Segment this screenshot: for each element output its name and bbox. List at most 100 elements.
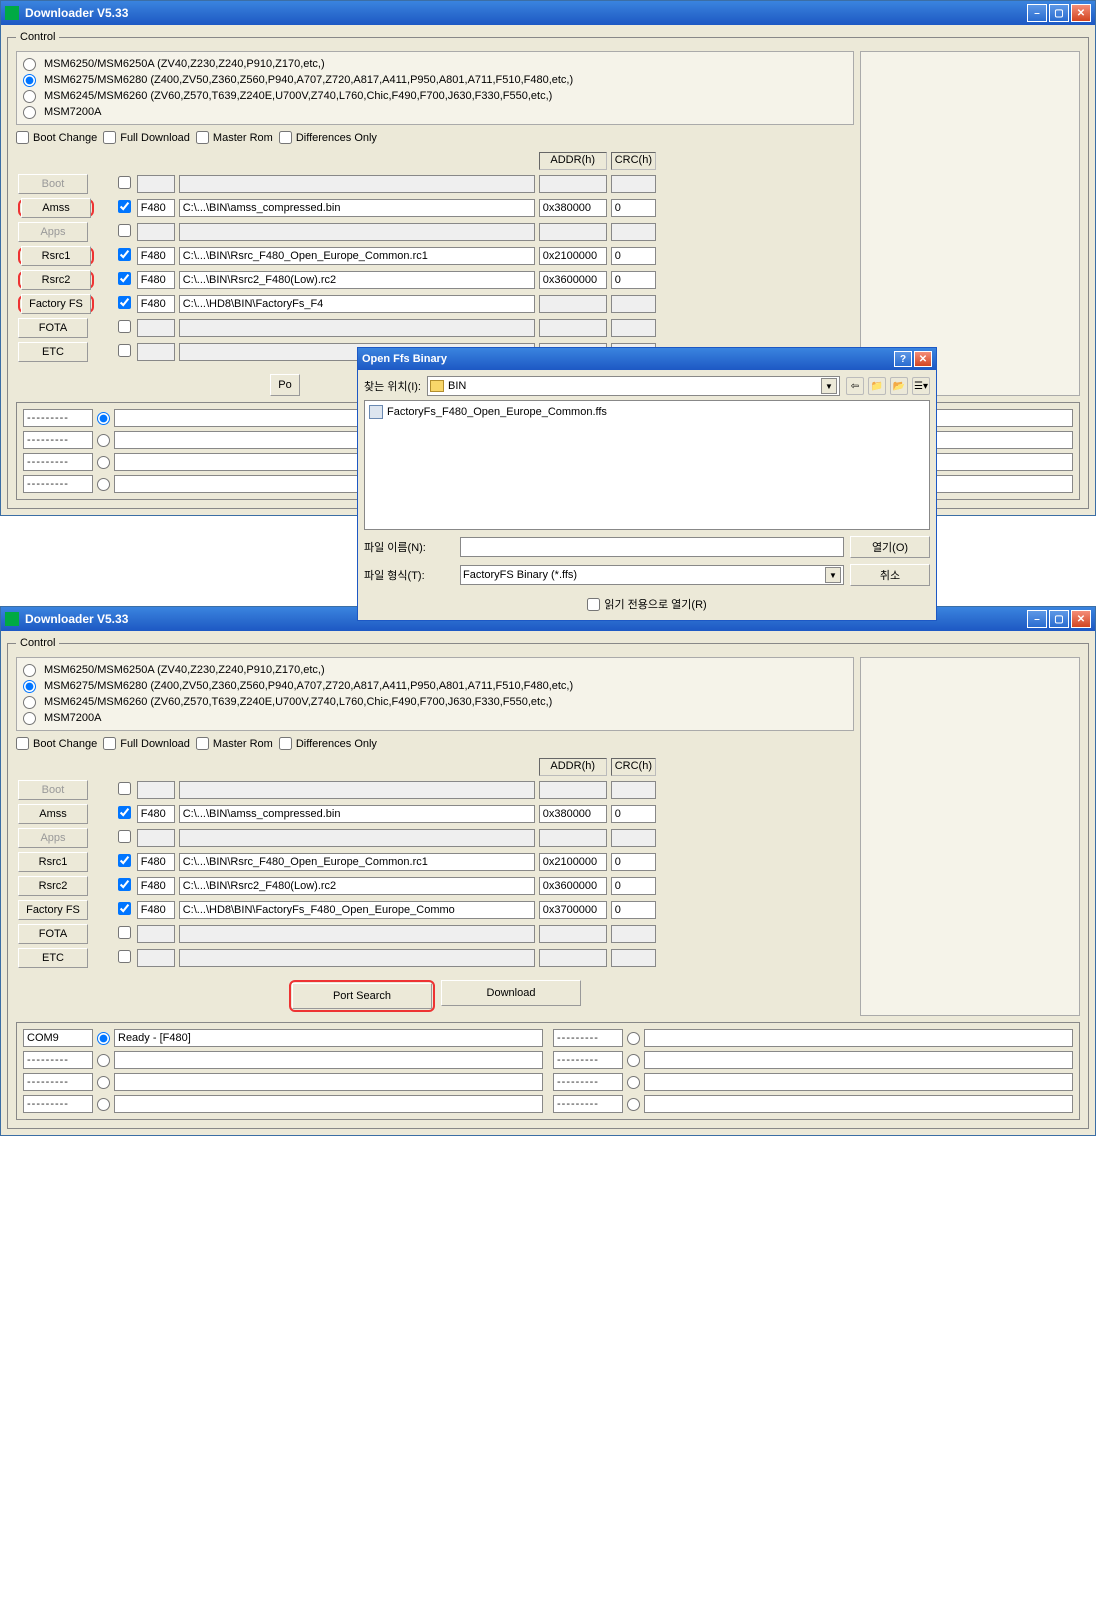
- chip-radio-3[interactable]: [23, 712, 36, 725]
- factoryfs-button[interactable]: Factory FS: [18, 900, 88, 920]
- minimize-button[interactable]: –: [1027, 610, 1047, 628]
- fota-addr[interactable]: [539, 925, 607, 943]
- maximize-button[interactable]: ▢: [1049, 4, 1069, 22]
- boot-path[interactable]: [179, 175, 535, 193]
- rsrc2-path[interactable]: [179, 877, 535, 895]
- boot-addr[interactable]: [539, 175, 607, 193]
- amss-button[interactable]: Amss: [18, 804, 88, 824]
- etc-addr[interactable]: [539, 949, 607, 967]
- apps-button[interactable]: Apps: [18, 828, 88, 848]
- port-txt-7[interactable]: [553, 1095, 623, 1113]
- etc-code[interactable]: [137, 949, 175, 967]
- fota-code[interactable]: [137, 319, 175, 337]
- port-status-6[interactable]: [114, 1095, 543, 1113]
- port-radio-3[interactable]: [627, 1054, 640, 1067]
- fota-code[interactable]: [137, 925, 175, 943]
- chip-radio-1[interactable]: [23, 74, 36, 87]
- port-radio-0[interactable]: [97, 412, 110, 425]
- port-status-7[interactable]: [644, 1095, 1073, 1113]
- port-radio-6[interactable]: [97, 1098, 110, 1111]
- factoryfs-addr[interactable]: [539, 295, 607, 313]
- factoryfs-check[interactable]: [118, 902, 131, 915]
- apps-crc[interactable]: [611, 829, 656, 847]
- factoryfs-addr[interactable]: [539, 901, 607, 919]
- boot-code[interactable]: [137, 781, 175, 799]
- port-txt-4[interactable]: [23, 453, 93, 471]
- open-button[interactable]: 열기(O): [850, 536, 930, 558]
- port-txt-2[interactable]: [23, 431, 93, 449]
- rsrc2-code[interactable]: [137, 877, 175, 895]
- port-radio-0[interactable]: [97, 1032, 110, 1045]
- boot-check[interactable]: [118, 782, 131, 795]
- chip-radio-2[interactable]: [23, 696, 36, 709]
- boot-button[interactable]: Boot: [18, 780, 88, 800]
- boot-change-check[interactable]: [16, 131, 29, 144]
- rsrc2-crc[interactable]: [611, 271, 656, 289]
- chip-radio-3[interactable]: [23, 106, 36, 119]
- port-txt-3[interactable]: [553, 1051, 623, 1069]
- boot-addr[interactable]: [539, 781, 607, 799]
- fname-input[interactable]: [460, 537, 844, 557]
- port-status-4[interactable]: [114, 1073, 543, 1091]
- factoryfs-check[interactable]: [118, 296, 131, 309]
- apps-check[interactable]: [118, 224, 131, 237]
- cancel-button[interactable]: 취소: [850, 564, 930, 586]
- etc-button[interactable]: ETC: [18, 342, 88, 362]
- fota-check[interactable]: [118, 320, 131, 333]
- factoryfs-crc[interactable]: [611, 295, 656, 313]
- rsrc2-button[interactable]: Rsrc2: [21, 270, 91, 290]
- fota-addr[interactable]: [539, 319, 607, 337]
- fota-button[interactable]: FOTA: [18, 318, 88, 338]
- fota-path[interactable]: [179, 319, 535, 337]
- port-radio-4[interactable]: [97, 1076, 110, 1089]
- amss-check[interactable]: [118, 806, 131, 819]
- etc-button[interactable]: ETC: [18, 948, 88, 968]
- boot-path[interactable]: [179, 781, 535, 799]
- apps-button[interactable]: Apps: [18, 222, 88, 242]
- rsrc1-path[interactable]: [179, 247, 535, 265]
- boot-check[interactable]: [118, 176, 131, 189]
- dialog-close-button[interactable]: ✕: [914, 351, 932, 367]
- view-menu-icon[interactable]: ☰▾: [912, 377, 930, 395]
- rsrc1-button[interactable]: Rsrc1: [21, 246, 91, 266]
- rsrc2-button[interactable]: Rsrc2: [18, 876, 88, 896]
- amss-check[interactable]: [118, 200, 131, 213]
- factoryfs-crc[interactable]: [611, 901, 656, 919]
- port-txt-6[interactable]: [23, 475, 93, 493]
- etc-crc[interactable]: [611, 949, 656, 967]
- rsrc2-path[interactable]: [179, 271, 535, 289]
- diff-only-check[interactable]: [279, 737, 292, 750]
- rsrc1-crc[interactable]: [611, 853, 656, 871]
- boot-change-check[interactable]: [16, 737, 29, 750]
- etc-check[interactable]: [118, 950, 131, 963]
- etc-code[interactable]: [137, 343, 175, 361]
- apps-crc[interactable]: [611, 223, 656, 241]
- port-status-3[interactable]: [644, 1051, 1073, 1069]
- close-button[interactable]: ✕: [1071, 610, 1091, 628]
- apps-code[interactable]: [137, 829, 175, 847]
- full-download-check[interactable]: [103, 131, 116, 144]
- factoryfs-path[interactable]: [179, 295, 535, 313]
- port-status-1[interactable]: [644, 1029, 1073, 1047]
- apps-check[interactable]: [118, 830, 131, 843]
- ftype-combo[interactable]: FactoryFS Binary (*.ffs) ▼: [460, 565, 844, 585]
- factoryfs-code[interactable]: [137, 295, 175, 313]
- maximize-button[interactable]: ▢: [1049, 610, 1069, 628]
- port-txt-0[interactable]: [23, 409, 93, 427]
- amss-button[interactable]: Amss: [21, 198, 91, 218]
- help-button[interactable]: ?: [894, 351, 912, 367]
- boot-code[interactable]: [137, 175, 175, 193]
- rsrc1-code[interactable]: [137, 853, 175, 871]
- etc-path[interactable]: [179, 949, 535, 967]
- close-button[interactable]: ✕: [1071, 4, 1091, 22]
- fota-crc[interactable]: [611, 925, 656, 943]
- port-status-2[interactable]: [114, 1051, 543, 1069]
- amss-path[interactable]: [179, 805, 535, 823]
- fota-button[interactable]: FOTA: [18, 924, 88, 944]
- boot-crc[interactable]: [611, 175, 656, 193]
- full-download-check[interactable]: [103, 737, 116, 750]
- port-radio-5[interactable]: [627, 1076, 640, 1089]
- amss-crc[interactable]: [611, 805, 656, 823]
- master-rom-check[interactable]: [196, 131, 209, 144]
- file-item[interactable]: FactoryFs_F480_Open_Europe_Common.ffs: [369, 405, 925, 419]
